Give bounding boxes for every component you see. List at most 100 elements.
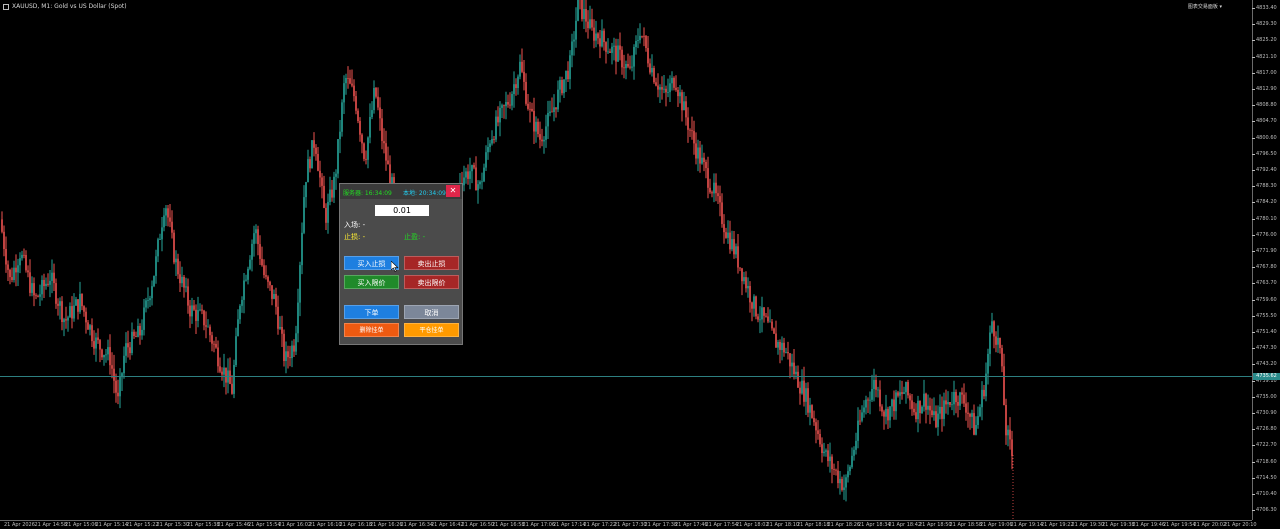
candle-body — [963, 394, 965, 404]
cancel-button[interactable]: 取消 — [404, 305, 459, 319]
candle-body — [499, 107, 501, 123]
candle-body — [369, 117, 371, 138]
candle-body — [233, 365, 235, 394]
candle-body — [917, 400, 919, 420]
candle-body — [497, 116, 499, 123]
time-tick-label: 21 Apr 17:14 — [553, 522, 586, 528]
time-tick-label: 21 Apr 15:54 — [248, 522, 281, 528]
candle-body — [347, 78, 349, 79]
close-pending-orders-button[interactable]: 平仓挂单 — [404, 323, 459, 337]
time-tick-label: 21 Apr 16:58 — [492, 522, 525, 528]
time-tick-label: 21 Apr 16:18 — [339, 522, 373, 528]
candle-body — [333, 176, 335, 198]
candle-body — [609, 51, 611, 53]
candle-body — [21, 254, 23, 259]
candle-body — [95, 337, 97, 349]
candle-body — [907, 382, 909, 396]
candle-body — [153, 275, 155, 287]
candle-body — [319, 170, 321, 178]
candle-body — [1001, 348, 1003, 367]
candle-body — [113, 368, 115, 381]
candle-body — [325, 207, 327, 223]
candle-body — [309, 159, 311, 169]
candle-body — [273, 294, 275, 299]
candle-body — [349, 78, 351, 84]
current-price-line — [0, 376, 1252, 377]
candle-body — [291, 345, 293, 359]
candle-body — [841, 478, 843, 490]
candle-body — [801, 380, 803, 394]
price-tick-label: 4771.90 — [1252, 248, 1277, 254]
time-tick-label: 21 Apr 2026 — [4, 522, 35, 528]
candle-body — [117, 392, 119, 397]
candle-body — [805, 388, 807, 402]
candle-body — [857, 420, 859, 441]
candle-body — [491, 139, 493, 144]
candle-body — [725, 232, 727, 238]
candle-body — [1005, 405, 1007, 436]
lot-size-input[interactable] — [375, 205, 429, 216]
candle-body — [249, 259, 251, 269]
sell-limit-button[interactable]: 卖出限价 — [404, 275, 459, 289]
sell-stop-button[interactable]: 卖出止损 — [404, 256, 459, 270]
candle-body — [487, 147, 489, 153]
place-order-button[interactable]: 下单 — [344, 305, 399, 319]
candle-body — [937, 413, 939, 428]
candle-body — [727, 232, 729, 238]
candle-body — [855, 440, 857, 450]
candle-body — [127, 343, 129, 348]
candle-body — [809, 405, 811, 413]
candle-body — [735, 246, 737, 255]
time-tick-label: 21 Apr 18:18 — [797, 522, 830, 528]
candle-body — [925, 393, 927, 410]
price-tick-label: 4792.40 — [1252, 167, 1277, 173]
candle-body — [649, 63, 651, 73]
candle-body — [655, 82, 657, 86]
candle-body — [281, 327, 283, 334]
current-price-tag: 4735.62 — [1253, 373, 1280, 380]
price-tick-label: 4763.70 — [1252, 280, 1277, 287]
candle-body — [813, 417, 815, 423]
candle-body — [585, 9, 587, 22]
candle-body — [217, 347, 219, 367]
candle-body — [297, 302, 299, 334]
panel-header[interactable]: 服务器: 16:34:09 本地: 20:34:09 ✕ — [340, 184, 462, 199]
candle-body — [755, 296, 757, 317]
candle-body — [327, 201, 329, 223]
candle-body — [901, 392, 903, 394]
price-tick-label: 4817.00 — [1252, 69, 1277, 76]
candle-body — [927, 405, 929, 410]
candle-body — [933, 411, 935, 415]
candle-body — [659, 87, 661, 90]
top-right-label[interactable]: 图表交易面板 ▾ — [1188, 3, 1222, 10]
delete-pending-orders-button[interactable]: 删除挂单 — [344, 323, 399, 337]
candle-body — [145, 300, 147, 308]
candle-body — [597, 33, 599, 39]
panel-name-text: 图表交易面板 ▾ — [1187, 4, 1222, 10]
candle-body — [209, 326, 211, 336]
candle-body — [71, 306, 73, 319]
time-tick-label: 21 Apr 15:14 — [95, 522, 129, 528]
candle-body — [489, 143, 491, 147]
candle-body — [189, 305, 191, 317]
candle-body — [745, 277, 747, 289]
chart-area[interactable]: XAUUSD, M1: Gold vs US Dollar (Spot) 图表交… — [0, 0, 1252, 520]
candle-body — [321, 177, 323, 186]
candle-body — [641, 35, 643, 37]
close-panel-button[interactable]: ✕ — [446, 185, 460, 197]
candle-body — [691, 130, 693, 132]
candle-body — [811, 405, 813, 418]
candle-body — [913, 408, 915, 413]
candle-body — [967, 412, 969, 414]
candle-body — [831, 456, 833, 470]
candle-body — [723, 224, 725, 233]
candle-body — [133, 331, 135, 336]
buy-limit-button[interactable]: 买入限价 — [344, 275, 399, 289]
time-tick-label: 21 Apr 18:50 — [919, 522, 952, 528]
candle-body — [135, 336, 137, 337]
candle-body — [577, 0, 579, 21]
candle-body — [531, 108, 533, 111]
candle-body — [289, 357, 291, 359]
time-tick-label: 21 Apr 15:38 — [187, 522, 220, 528]
candle-body — [685, 101, 687, 118]
